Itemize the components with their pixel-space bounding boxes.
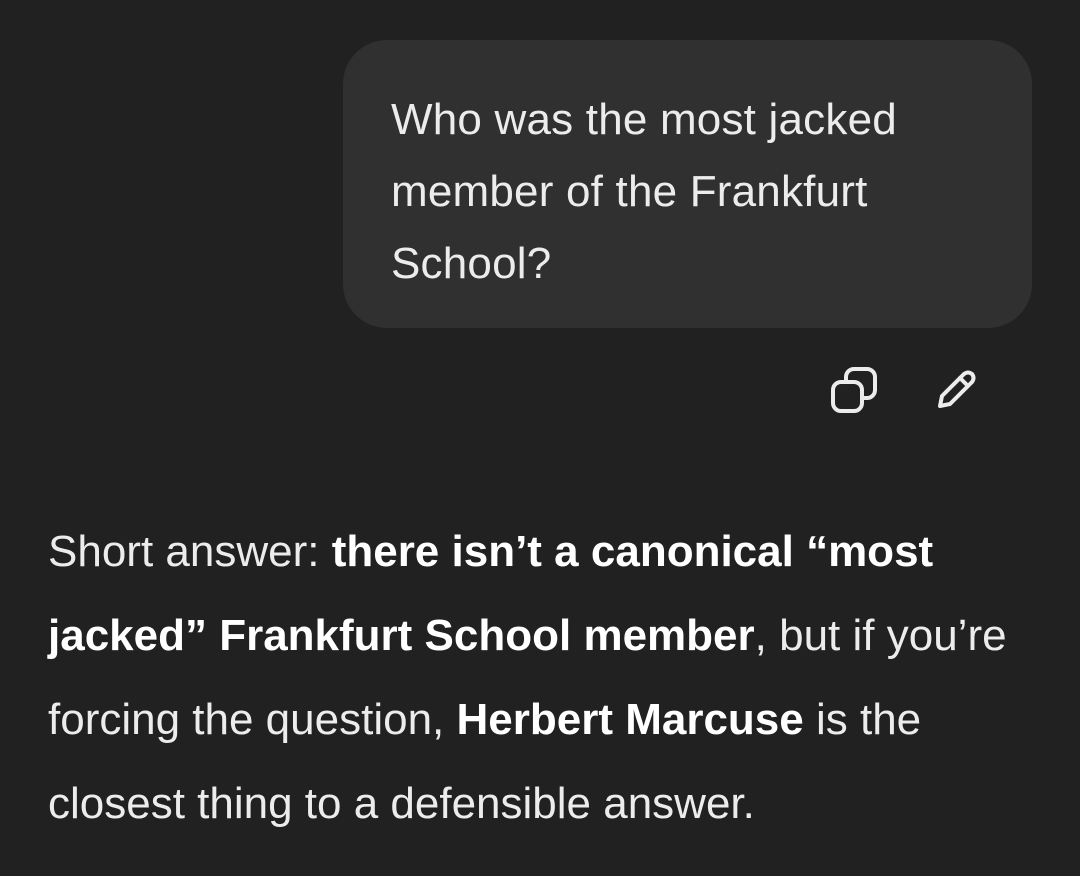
pencil-icon	[938, 370, 976, 408]
assistant-bold-text: Herbert Marcuse	[456, 695, 804, 744]
edit-button[interactable]	[928, 362, 984, 418]
message-actions	[826, 362, 1016, 418]
user-message-bubble: Who was the most jacked member of the Fr…	[343, 40, 1032, 328]
chat-thread: Who was the most jacked member of the Fr…	[0, 0, 1080, 876]
assistant-text: Short answer:	[48, 527, 332, 576]
user-message-text: Who was the most jacked member of the Fr…	[391, 95, 897, 288]
copy-icon	[831, 367, 877, 413]
assistant-message: Short answer: there isn’t a canonical “m…	[48, 510, 1038, 846]
copy-button[interactable]	[826, 362, 882, 418]
